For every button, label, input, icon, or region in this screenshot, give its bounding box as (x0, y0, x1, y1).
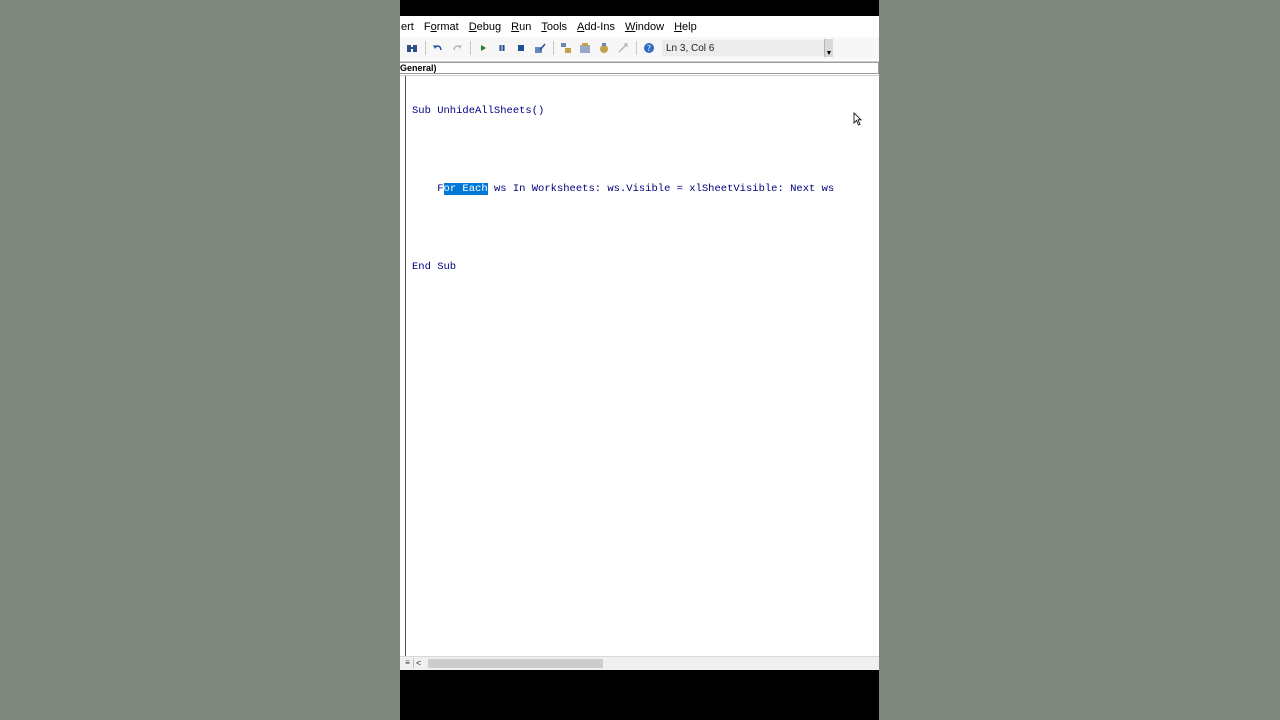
scrollbar-thumb[interactable] (428, 659, 603, 668)
menu-insert[interactable]: ert (400, 21, 419, 33)
object-dropdown[interactable]: General) (400, 62, 879, 74)
toolbar-separator (636, 41, 637, 55)
project-explorer-icon[interactable] (557, 39, 575, 57)
break-icon[interactable] (493, 39, 511, 57)
run-icon[interactable] (474, 39, 492, 57)
toolbar-options-icon[interactable]: ▼ (824, 39, 833, 57)
menu-help[interactable]: Help (669, 21, 702, 33)
code-editor[interactable]: Sub UnhideAllSheets() For Each ws In Wor… (400, 76, 879, 656)
toolbox-icon[interactable] (614, 39, 632, 57)
menu-add-ins[interactable]: Add-Ins (572, 21, 620, 33)
svg-text:?: ? (647, 44, 651, 53)
undo-icon[interactable] (429, 39, 447, 57)
menu-tools[interactable]: Tools (536, 21, 572, 33)
menu-run[interactable]: Run (506, 21, 536, 33)
toolbar-separator (470, 41, 471, 55)
code-line: Sub UnhideAllSheets() (412, 105, 545, 117)
toolbar-separator (553, 41, 554, 55)
procedure-view-icon[interactable]: ≡ (402, 658, 414, 668)
redo-icon[interactable] (448, 39, 466, 57)
menu-bar: ert Format Debug Run Tools Add-Ins Windo… (400, 16, 879, 37)
code-text[interactable]: Sub UnhideAllSheets() For Each ws In Wor… (412, 79, 834, 300)
object-browser-icon[interactable] (595, 39, 613, 57)
menu-format[interactable]: Format (419, 21, 464, 33)
standard-toolbar: ? Ln 3, Col 6 ▼ (400, 37, 879, 60)
find-icon[interactable] (403, 39, 421, 57)
properties-icon[interactable] (576, 39, 594, 57)
design-mode-icon[interactable] (531, 39, 549, 57)
text-selection: or Each (443, 183, 488, 195)
toolbar-separator (425, 41, 426, 55)
code-line: For Each ws In Worksheets: ws.Visible = … (437, 183, 835, 195)
help-icon[interactable]: ? (640, 39, 658, 57)
reset-icon[interactable] (512, 39, 530, 57)
code-line: End Sub (412, 261, 457, 273)
vba-editor-window: ert Format Debug Run Tools Add-Ins Windo… (400, 0, 879, 720)
code-window-header: General) (400, 61, 879, 76)
scroll-left-icon[interactable]: < (416, 657, 421, 670)
menu-window[interactable]: Window (620, 21, 669, 33)
cursor-position-readout: Ln 3, Col 6 (662, 40, 824, 56)
horizontal-scrollbar[interactable]: ≡ < (400, 656, 879, 670)
editor-margin-indicator-bar[interactable] (400, 76, 406, 656)
menu-debug[interactable]: Debug (464, 21, 506, 33)
